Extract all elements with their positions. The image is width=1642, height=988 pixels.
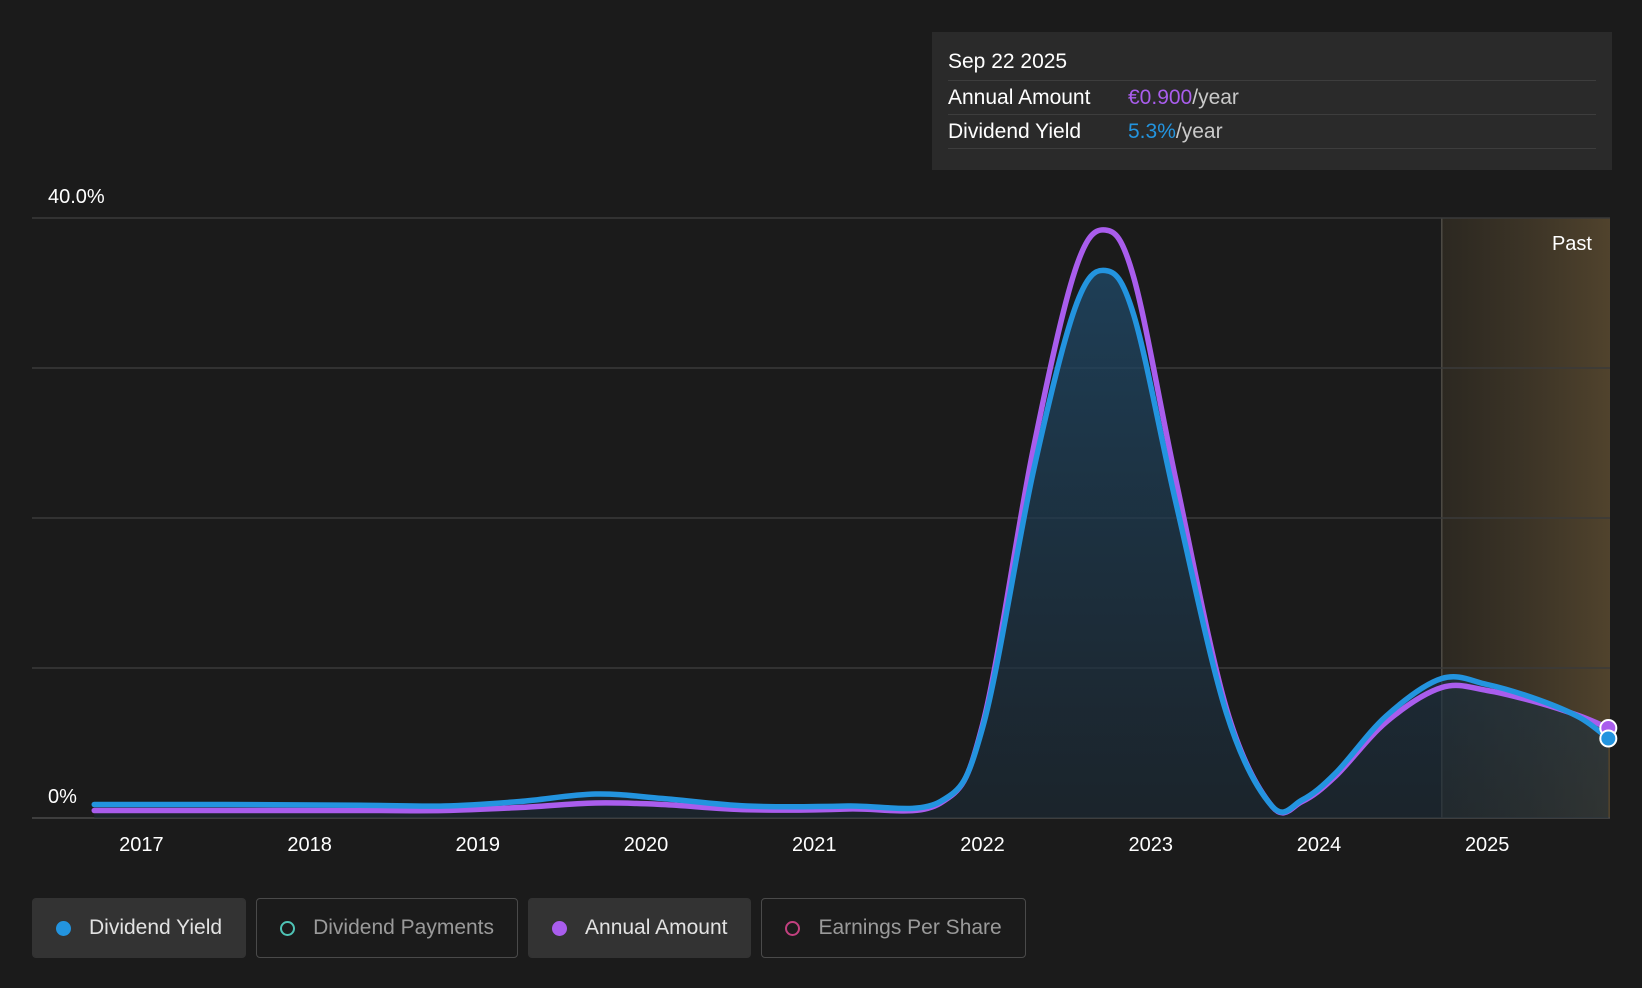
legend-dividend-yield[interactable]: Dividend Yield — [32, 898, 247, 958]
x-tick-label: 2025 — [1465, 834, 1510, 856]
x-tick-label: 2024 — [1297, 834, 1342, 856]
annual-amount-line — [91, 227, 1612, 816]
tooltip-value: €0.900 — [1128, 85, 1193, 109]
tooltip-label: Annual Amount — [948, 85, 1091, 109]
legend-label: Dividend Payments — [313, 916, 495, 939]
dividend-yield-end-point — [1599, 729, 1618, 748]
legend-earnings-per-share[interactable]: Earnings Per Share — [761, 898, 1026, 958]
tooltip-label: Dividend Yield — [948, 119, 1082, 143]
x-tick-label: 2023 — [1128, 834, 1173, 856]
legend-dividend-payments[interactable]: Dividend Payments — [256, 898, 519, 958]
tooltip-unit: /year — [1192, 85, 1239, 109]
tooltip-value: 5.3% — [1128, 119, 1176, 143]
legend-dot-icon — [552, 920, 568, 936]
legend-label: Earnings Per Share — [818, 916, 1002, 939]
tooltip-row-dividend-yield: Dividend Yield 5.3% /year — [948, 115, 1596, 149]
legend: Dividend Yield Dividend Payments Annual … — [32, 898, 1026, 958]
tooltip-row-annual-amount: Annual Amount €0.900 /year — [948, 81, 1596, 115]
x-tick-label: 2019 — [456, 834, 501, 856]
past-label: Past — [1552, 233, 1592, 255]
tooltip-date: Sep 22 2025 — [948, 44, 1596, 81]
x-tick-labels: 2017 2018 2019 2020 2021 2022 2023 2024 2025 — [119, 834, 1509, 856]
x-tick-label: 2017 — [119, 834, 164, 856]
legend-label: Dividend Yield — [89, 916, 223, 939]
legend-annual-amount[interactable]: Annual Amount — [528, 898, 752, 958]
x-tick-label: 2018 — [287, 834, 332, 856]
y-tick-label: 0% — [48, 786, 77, 808]
x-tick-label: 2022 — [960, 834, 1005, 856]
tooltip: Sep 22 2025 Annual Amount €0.900 /year D… — [932, 32, 1612, 170]
end-markers — [1599, 719, 1618, 748]
series-lines — [91, 227, 1612, 816]
dividend-yield-area — [94, 270, 1609, 819]
y-tick-labels: 0% 40.0% — [48, 186, 105, 808]
x-tick-label: 2021 — [792, 834, 837, 856]
legend-dot-icon — [785, 920, 801, 936]
area-fill — [94, 270, 1609, 819]
tooltip-unit: /year — [1175, 119, 1223, 143]
legend-dot-icon — [280, 920, 296, 936]
legend-label: Annual Amount — [585, 916, 728, 939]
y-tick-label: 40.0% — [48, 186, 105, 208]
legend-dot-icon — [56, 920, 71, 936]
x-tick-label: 2020 — [624, 834, 669, 856]
